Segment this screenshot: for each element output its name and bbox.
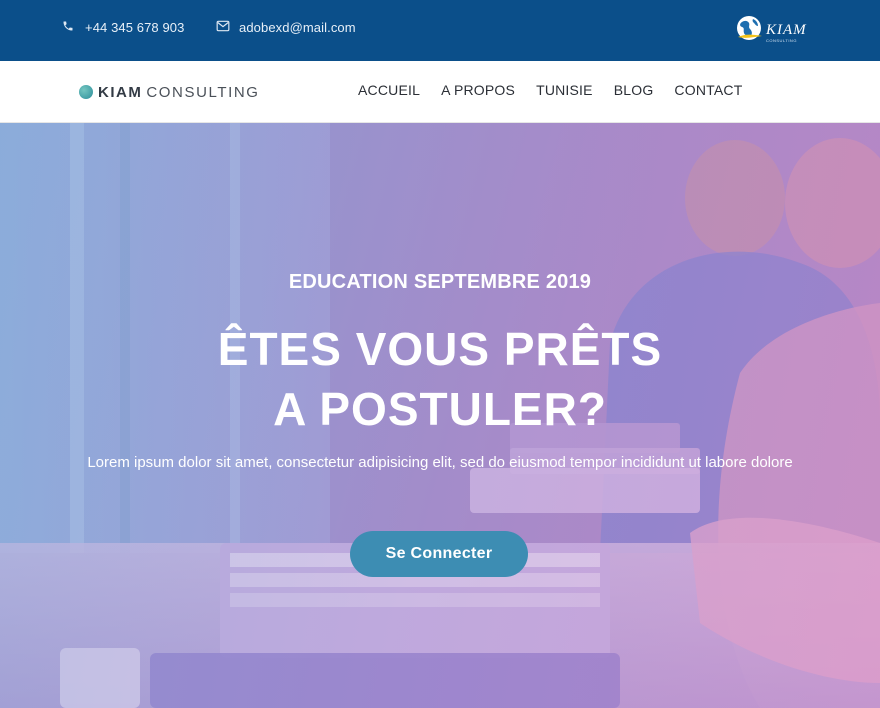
hero-section: EDUCATION SEPTEMBRE 2019 ÊTES VOUS PRÊTS… (0, 123, 880, 708)
envelope-icon (216, 20, 230, 34)
site-logo[interactable]: KIAM CONSULTING (79, 83, 260, 101)
phone-icon (62, 20, 76, 34)
nav-item-tunisie[interactable]: TUNISIE (536, 82, 593, 98)
hero-kicker: EDUCATION SEPTEMBRE 2019 (288, 271, 592, 293)
hero-title-line1: ÊTES VOUS PRÊTS (217, 323, 663, 375)
brand-badge[interactable]: KIAM CONSULTING (736, 14, 807, 46)
nav-item-contact[interactable]: CONTACT (674, 82, 742, 98)
logo-light-text: CONSULTING (146, 83, 260, 101)
hero-description: Lorem ipsum dolor sit amet, consectetur … (87, 454, 793, 471)
contact-email[interactable]: adobexd@mail.com (216, 19, 356, 35)
nav-item-accueil[interactable]: ACCUEIL (358, 82, 420, 98)
logo-dot-icon (79, 85, 93, 99)
email-address: adobexd@mail.com (239, 19, 356, 35)
badge-text: KIAM (766, 21, 807, 38)
nav-item-a-propos[interactable]: A PROPOS (441, 82, 515, 98)
main-navbar: KIAM CONSULTING ACCUEIL A PROPOS TUNISIE… (0, 61, 880, 123)
hero-title-line2: A POSTULER? (273, 383, 607, 435)
badge-subtext: CONSULTING (766, 38, 797, 43)
phone-number: +44 345 678 903 (85, 19, 185, 35)
contact-phone[interactable]: +44 345 678 903 (62, 19, 184, 35)
connect-button[interactable]: Se Connecter (350, 531, 528, 577)
nav-menu: ACCUEIL A PROPOS TUNISIE BLOG CONTACT (358, 82, 742, 98)
top-contact-bar: +44 345 678 903 adobexd@mail.com KIAM CO… (0, 0, 880, 61)
hero-title: ÊTES VOUS PRÊTS A POSTULER? (0, 319, 880, 439)
globe-logo-icon (736, 13, 764, 48)
logo-strong-text: KIAM (98, 83, 143, 101)
nav-item-blog[interactable]: BLOG (614, 82, 654, 98)
